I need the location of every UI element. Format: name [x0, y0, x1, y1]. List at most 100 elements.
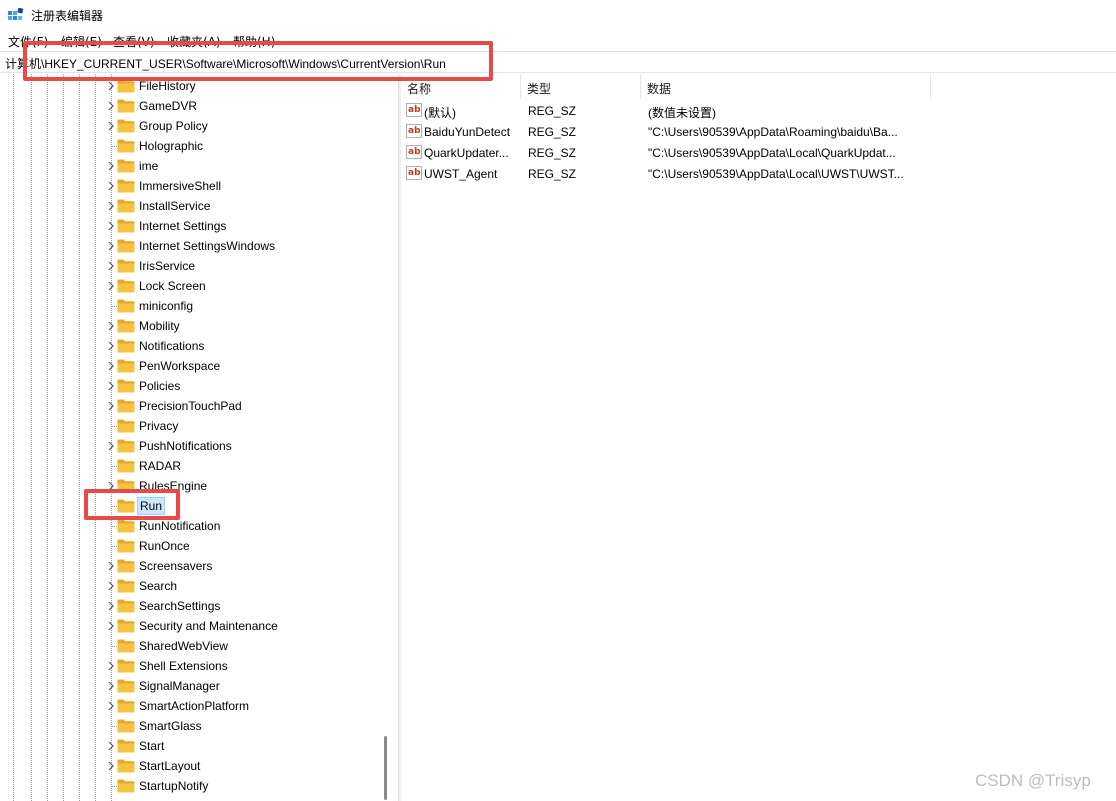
- tree-item[interactable]: Policies: [100, 376, 390, 396]
- tree-item-label: PrecisionTouchPad: [139, 399, 242, 413]
- tree-item[interactable]: Start: [100, 736, 390, 756]
- folder-icon: [117, 159, 135, 173]
- chevron-right-icon[interactable]: [105, 400, 117, 412]
- tree-item[interactable]: Mobility: [100, 316, 390, 336]
- tree-item[interactable]: RunOnce: [100, 536, 390, 556]
- tree-item[interactable]: Notifications: [100, 336, 390, 356]
- address-bar[interactable]: 计算机\HKEY_CURRENT_USER\Software\Microsoft…: [0, 51, 1116, 73]
- chevron-right-icon[interactable]: [105, 760, 117, 772]
- chevron-right-icon[interactable]: [105, 260, 117, 272]
- tree-item-label: Lock Screen: [139, 279, 206, 293]
- tree-item-label: Holographic: [139, 139, 204, 153]
- value-row[interactable]: ab BaiduYunDetect REG_SZ "C:\Users\90539\Ap…: [401, 121, 931, 142]
- tree-item-label: RunNotification: [139, 519, 221, 533]
- value-row[interactable]: ab (默认) REG_SZ (数值未设置): [401, 100, 931, 121]
- column-header-name[interactable]: 名称: [401, 74, 521, 99]
- tree-item[interactable]: SignalManager: [100, 676, 390, 696]
- tree-item[interactable]: miniconfig: [100, 296, 390, 316]
- menu-view[interactable]: 查看(V): [113, 33, 155, 50]
- tree-item[interactable]: Internet Settings: [100, 216, 390, 236]
- chevron-right-icon[interactable]: [105, 440, 117, 452]
- chevron-right-icon[interactable]: [105, 320, 117, 332]
- tree-item[interactable]: Shell Extensions: [100, 656, 390, 676]
- tree-item[interactable]: SmartGlass: [100, 716, 390, 736]
- tree-item-label: Internet Settings: [139, 219, 227, 233]
- tree-item-label: Group Policy: [139, 119, 208, 133]
- chevron-right-icon[interactable]: [105, 480, 117, 492]
- tree-item-label: SharedWebView: [139, 639, 228, 653]
- value-name: BaiduYunDetect: [424, 125, 511, 139]
- chevron-right-icon[interactable]: [105, 680, 117, 692]
- tree-item[interactable]: Holographic: [100, 136, 390, 156]
- tree-item[interactable]: Search: [100, 576, 390, 596]
- tree-item[interactable]: Group Policy: [100, 116, 390, 136]
- chevron-right-icon[interactable]: [105, 660, 117, 672]
- column-header-type[interactable]: 类型: [521, 74, 641, 99]
- chevron-right-icon[interactable]: [105, 700, 117, 712]
- menu-favorites[interactable]: 收藏夹(A): [167, 33, 221, 50]
- chevron-right-icon[interactable]: [105, 160, 117, 172]
- tree-item[interactable]: InstallService: [100, 196, 390, 216]
- tree-item[interactable]: ImmersiveShell: [100, 176, 390, 196]
- address-path[interactable]: 计算机\HKEY_CURRENT_USER\Software\Microsoft…: [5, 55, 446, 72]
- key-tree-pane[interactable]: FileHistory GameDVR Group Policy Holographi…: [0, 74, 393, 801]
- tree-item[interactable]: Run: [100, 496, 390, 516]
- folder-icon: [117, 399, 135, 413]
- tree-item[interactable]: SmartActionPlatform: [100, 696, 390, 716]
- folder-icon: [117, 539, 135, 553]
- tree-item[interactable]: RADAR: [100, 456, 390, 476]
- folder-icon: [117, 379, 135, 393]
- chevron-right-icon[interactable]: [105, 120, 117, 132]
- values-list-pane[interactable]: 名称 类型 数据 ab (默认) REG_SZ (数值未设置) ab BaiduYunDe…: [401, 74, 1116, 801]
- chevron-right-icon[interactable]: [105, 180, 117, 192]
- tree-item[interactable]: Internet SettingsWindows: [100, 236, 390, 256]
- tree-item[interactable]: PenWorkspace: [100, 356, 390, 376]
- chevron-right-icon[interactable]: [105, 80, 117, 92]
- menu-file[interactable]: 文件(F): [8, 33, 48, 50]
- chevron-right-icon[interactable]: [105, 340, 117, 352]
- chevron-right-icon[interactable]: [105, 360, 117, 372]
- chevron-right-icon[interactable]: [105, 580, 117, 592]
- chevron-right-icon[interactable]: [105, 740, 117, 752]
- tree-item[interactable]: RunNotification: [100, 516, 390, 536]
- tree-item[interactable]: Screensavers: [100, 556, 390, 576]
- chevron-right-icon[interactable]: [105, 380, 117, 392]
- chevron-right-icon[interactable]: [105, 200, 117, 212]
- watermark: CSDN @Trisyp: [975, 771, 1091, 790]
- tree-item[interactable]: PushNotifications: [100, 436, 390, 456]
- folder-icon: [117, 599, 135, 613]
- tree-item[interactable]: FileHistory: [100, 76, 390, 96]
- menu-edit[interactable]: 编辑(E): [61, 33, 102, 50]
- chevron-right-icon[interactable]: [105, 600, 117, 612]
- tree-scrollbar[interactable]: [379, 74, 393, 801]
- chevron-right-icon[interactable]: [105, 280, 117, 292]
- chevron-right-icon[interactable]: [105, 220, 117, 232]
- column-header-type-label: 类型: [527, 82, 552, 96]
- tree-item[interactable]: Privacy: [100, 416, 390, 436]
- tree-item[interactable]: GameDVR: [100, 96, 390, 116]
- value-row[interactable]: ab UWST_Agent REG_SZ "C:\Users\90539\AppDat…: [401, 163, 931, 184]
- tree-item[interactable]: IrisService: [100, 256, 390, 276]
- tree-scrollbar-thumb[interactable]: [384, 736, 387, 800]
- column-header-data[interactable]: 数据: [641, 74, 931, 99]
- tree-item[interactable]: ime: [100, 156, 390, 176]
- chevron-right-icon[interactable]: [105, 620, 117, 632]
- tree-item[interactable]: Security and Maintenance: [100, 616, 390, 636]
- value-name: UWST_Agent: [424, 167, 498, 181]
- menu-help[interactable]: 帮助(H): [233, 33, 275, 50]
- tree-item-label: Privacy: [139, 419, 179, 433]
- tree-item[interactable]: StartupNotify: [100, 776, 390, 796]
- tree-item-label: SmartGlass: [139, 719, 202, 733]
- value-row[interactable]: ab QuarkUpdater... REG_SZ "C:\Users\90539\A…: [401, 142, 931, 163]
- chevron-right-icon[interactable]: [105, 240, 117, 252]
- chevron-right-icon[interactable]: [105, 100, 117, 112]
- tree-item-label: Run: [137, 497, 166, 515]
- tree-item[interactable]: PrecisionTouchPad: [100, 396, 390, 416]
- window-title: 注册表编辑器: [31, 9, 104, 23]
- chevron-right-icon[interactable]: [105, 560, 117, 572]
- tree-item[interactable]: SearchSettings: [100, 596, 390, 616]
- tree-item[interactable]: SharedWebView: [100, 636, 390, 656]
- tree-item[interactable]: Lock Screen: [100, 276, 390, 296]
- tree-item[interactable]: StartLayout: [100, 756, 390, 776]
- tree-item[interactable]: RulesEngine: [100, 476, 390, 496]
